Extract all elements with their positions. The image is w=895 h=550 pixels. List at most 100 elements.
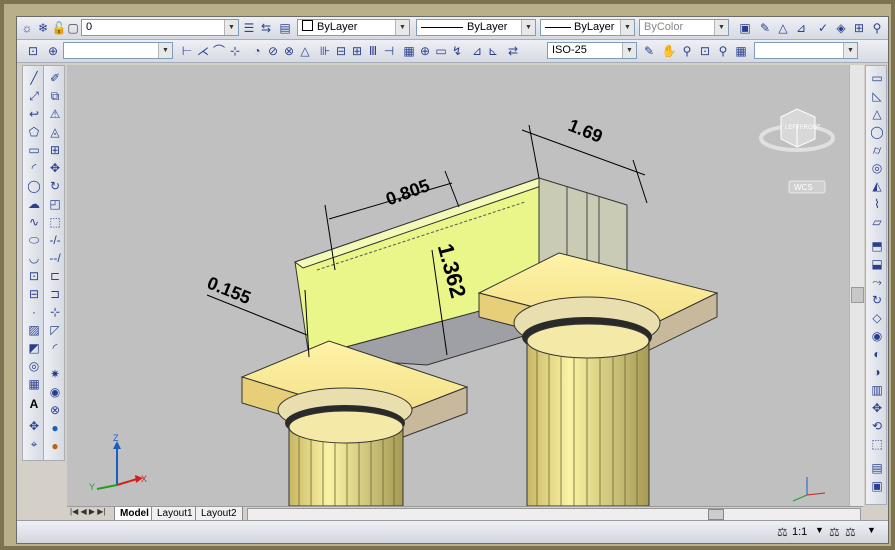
mirror-icon[interactable]: ⚠	[47, 106, 63, 122]
layer-states-icon[interactable]: ▤	[277, 20, 293, 36]
spline-icon[interactable]: ∿	[26, 214, 42, 230]
color-dropdown[interactable]: ByLayer ▼	[297, 19, 410, 36]
ellipse-arc-icon[interactable]: ◡	[26, 250, 42, 266]
viewcube-left-face[interactable]: LEFT	[785, 125, 800, 131]
properties-icon[interactable]: ▦	[733, 43, 749, 59]
rotate-icon[interactable]: ↻	[47, 178, 63, 194]
ellipse-icon[interactable]: ⬭	[26, 232, 42, 248]
explode-icon[interactable]: ✷	[47, 366, 63, 382]
linetype-dropdown[interactable]: ByLayer ▼	[416, 19, 536, 36]
gradient-icon[interactable]: ◩	[26, 340, 42, 356]
multiline-text-icon[interactable]: A	[26, 396, 42, 412]
arc-icon[interactable]: ◜	[26, 160, 42, 176]
dimension-break-icon[interactable]: ⊣	[381, 43, 397, 59]
annotation-scale-value[interactable]: 1:1	[792, 526, 807, 538]
loft-icon[interactable]: ◇	[869, 310, 885, 326]
insert-block-icon[interactable]: ⊡	[26, 268, 42, 284]
sweep-icon[interactable]: ⤳	[869, 274, 885, 290]
section-plane-icon[interactable]: ⬚	[869, 436, 885, 452]
layer-previous-icon[interactable]: ⇆	[258, 20, 274, 36]
presspull-icon[interactable]: ⬓	[869, 256, 885, 272]
array-icon[interactable]: ⊞	[47, 142, 63, 158]
wedge-icon[interactable]: ◺	[869, 88, 885, 104]
attribute-manager-icon[interactable]: ✓	[815, 20, 831, 36]
move-icon[interactable]: ✥	[47, 160, 63, 176]
extend-icon[interactable]: --/	[47, 250, 63, 266]
tolerance-icon[interactable]: ▦	[401, 43, 417, 59]
tab-layout2[interactable]: Layout2	[195, 507, 243, 521]
circle-icon[interactable]: ◯	[26, 178, 42, 194]
zoom-previous-icon[interactable]: ⚲	[715, 43, 731, 59]
view-dropdown[interactable]: ▼	[754, 42, 858, 59]
table-icon[interactable]: ▦	[26, 376, 42, 392]
layer-walk-icon[interactable]: △	[775, 20, 791, 36]
dimension-update-icon[interactable]: ⇄	[505, 43, 521, 59]
lineweight-dropdown[interactable]: ByLayer ▼	[540, 19, 635, 36]
line-icon[interactable]: ╱	[26, 70, 42, 86]
ucs-menu[interactable]: WCS	[788, 180, 826, 194]
ordinate-dimension-icon[interactable]: ⊹	[227, 43, 243, 59]
box-icon[interactable]: ▭	[869, 70, 885, 86]
tab-model[interactable]: Model	[114, 507, 155, 521]
polysolid-icon[interactable]: ▥	[869, 382, 885, 398]
make-object-layer-current-icon[interactable]: ☰	[241, 20, 257, 36]
visual-style-icon[interactable]: ◉	[47, 384, 63, 400]
construction-line-icon[interactable]: ⤢	[26, 88, 42, 104]
dimension-style-icon[interactable]: ✎	[641, 43, 657, 59]
trim-icon[interactable]: -/-	[47, 232, 63, 248]
walk-icon[interactable]: ⌖	[26, 436, 42, 452]
arc-length-icon[interactable]: ⌒	[211, 43, 227, 59]
viewcube-front-face[interactable]: FRONT	[800, 125, 821, 131]
jogged-linear-icon[interactable]: ↯	[449, 43, 465, 59]
polyline-icon[interactable]: ↩	[26, 106, 42, 122]
stretch-icon[interactable]: ⬚	[47, 214, 63, 230]
region-icon[interactable]: ◎	[26, 358, 42, 374]
thicken-icon[interactable]: ▣	[869, 478, 885, 494]
dimension-0-805[interactable]: 0.805	[383, 175, 432, 209]
zoom-window-icon[interactable]: ⊡	[697, 43, 713, 59]
revision-cloud-icon[interactable]: ☁	[26, 196, 42, 212]
point-icon[interactable]: ·	[26, 304, 42, 320]
sun-icon[interactable]: ☼	[19, 20, 35, 36]
vertical-scrollbar[interactable]	[849, 65, 864, 506]
slice-icon[interactable]: ▤	[869, 460, 885, 476]
torus-icon[interactable]: ◎	[869, 160, 885, 176]
layer-dropdown[interactable]: 0 ▼	[81, 19, 239, 36]
pyramid-icon[interactable]: ◭	[869, 178, 885, 194]
rectangle-icon[interactable]: ▭	[26, 142, 42, 158]
annotation-scale-icon[interactable]: ⚖	[777, 525, 788, 539]
jogged-dimension-icon[interactable]: ⊘	[265, 43, 281, 59]
erase-icon[interactable]: ✐	[47, 70, 63, 86]
named-ucs-dropdown[interactable]: ▼	[63, 42, 173, 59]
dimension-style-dropdown[interactable]: ISO-25 ▼	[547, 42, 637, 59]
continue-dimension-icon[interactable]: ⊞	[349, 43, 365, 59]
annotation-visibility-icon[interactable]: ⚖	[829, 525, 840, 539]
baseline-dimension-icon[interactable]: ⊟	[333, 43, 349, 59]
subtract-icon[interactable]: ◐	[869, 346, 885, 362]
make-block-icon[interactable]: ⊟	[26, 286, 42, 302]
fillet-icon[interactable]: ◜	[47, 340, 63, 356]
block-editor-icon[interactable]: ▣	[737, 20, 753, 36]
join-icon[interactable]: ⊹	[47, 304, 63, 320]
polygon-icon[interactable]: ⬠	[26, 124, 42, 140]
pencil-icon[interactable]: ✎	[757, 20, 773, 36]
chevron-down-icon[interactable]: ▼	[815, 525, 824, 535]
auto-scale-icon[interactable]: ⚖	[845, 525, 856, 539]
3d-move-icon[interactable]: ✥	[869, 400, 885, 416]
conceptual-style-icon[interactable]: ●	[47, 438, 63, 454]
layer-isolate-icon[interactable]: ⊿	[793, 20, 809, 36]
union-icon[interactable]: ◉	[869, 328, 885, 344]
revolve-icon[interactable]: ↻	[869, 292, 885, 308]
offset-icon[interactable]: ◬	[47, 124, 63, 140]
scroll-thumb[interactable]	[851, 287, 864, 303]
status-menu-icon[interactable]: ▼	[867, 525, 876, 535]
planar-surface-icon[interactable]: ▱	[869, 214, 885, 230]
layer-freeze-icon[interactable]: ❄	[35, 20, 51, 36]
viewcube[interactable]: LEFT FRONT	[759, 108, 835, 152]
plotstyle-dropdown[interactable]: ByColor ▼	[639, 19, 729, 36]
layer-color-swatch-icon[interactable]: ▢	[65, 20, 81, 36]
realistic-style-icon[interactable]: ●	[47, 420, 63, 436]
aligned-dimension-icon[interactable]: ⋌	[195, 43, 211, 59]
ucs-icon[interactable]: ⊕	[45, 43, 61, 59]
scale-icon[interactable]: ◰	[47, 196, 63, 212]
